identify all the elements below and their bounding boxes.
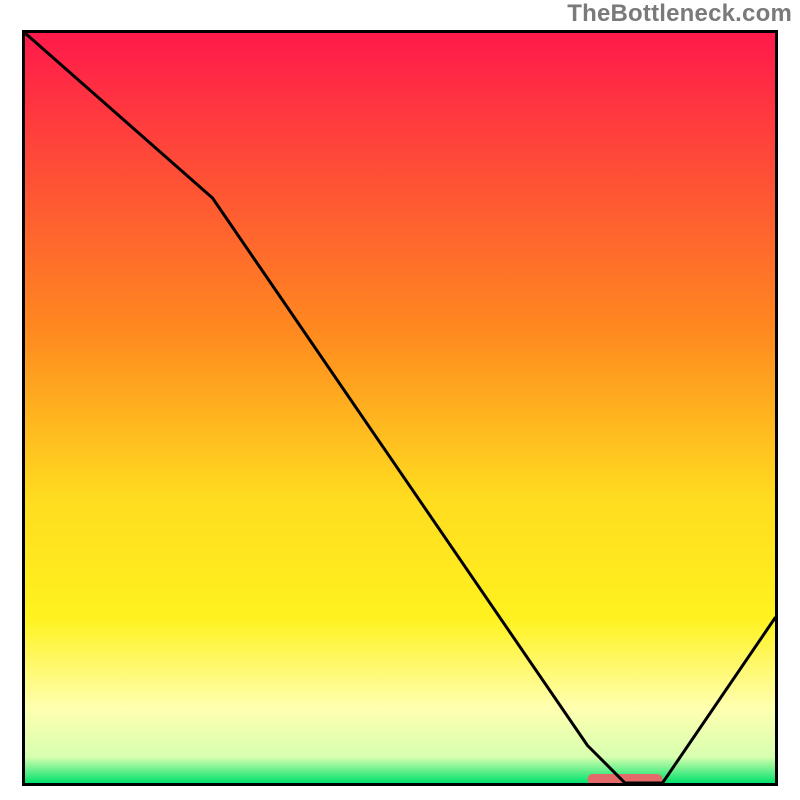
chart-frame: TheBottleneck.com: [0, 0, 800, 800]
attribution-text: TheBottleneck.com: [567, 0, 792, 28]
gradient-fill-rect: [25, 33, 775, 783]
plot-area: [22, 30, 778, 786]
chart-svg: [25, 33, 775, 783]
